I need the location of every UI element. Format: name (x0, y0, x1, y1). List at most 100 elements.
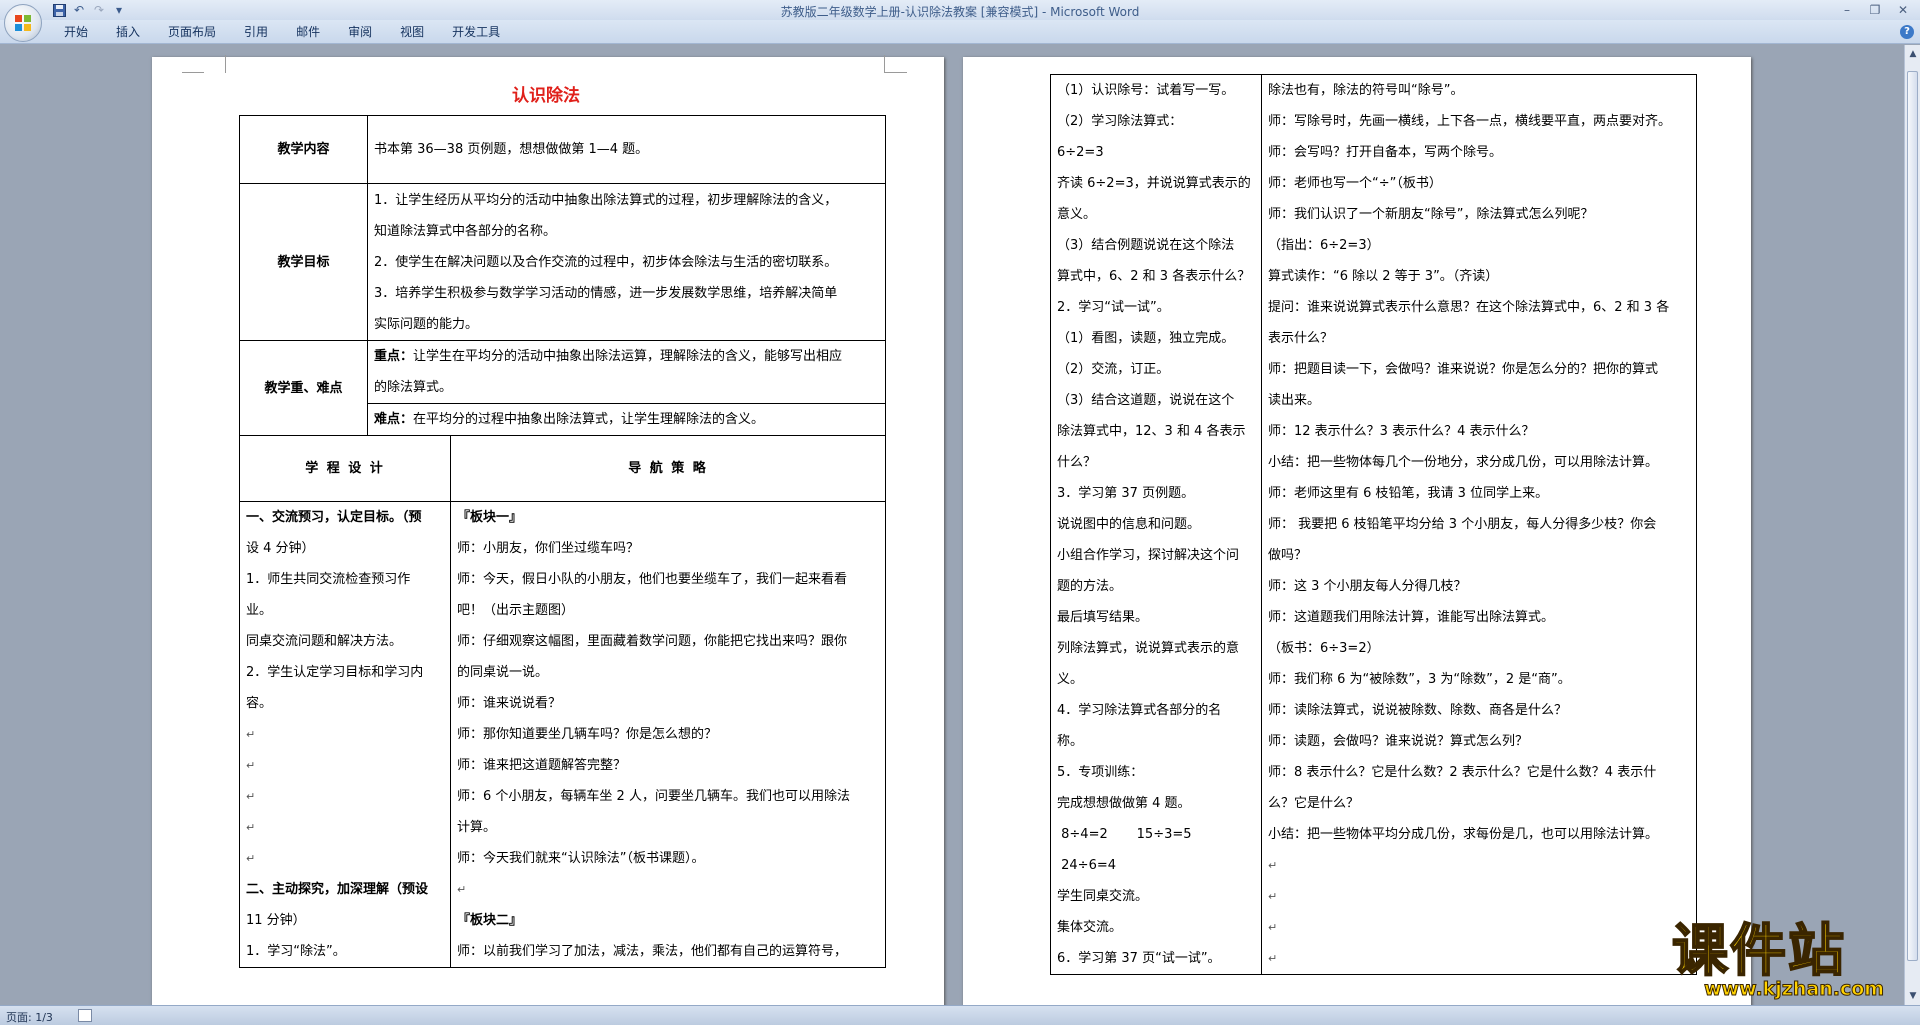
key-point-line: 重点：让学生在平均分的活动中抽象出除法运算，理解除法的含义，能够写出相应 (374, 341, 879, 372)
right-line: 师：会写吗？打开自备本，写两个除号。 (1268, 145, 1503, 160)
goal-line: 3．培养学生积极参与数学学习活动的情感，进一步发展数学思维，培养解决简单 (374, 285, 838, 301)
key-point-line: 的除法算式。 (374, 380, 453, 395)
right-line: 读出来。 (1268, 393, 1321, 408)
document-workspace[interactable]: 认识除法 教学内容 书本第 36—38 页例题，想想做做第 1—4 题。 教学目… (0, 45, 1904, 1005)
key-label-cell: 教学重、难点 (239, 340, 368, 436)
left-line: （2）学习除法算式： (1057, 114, 1183, 129)
right-line: 师：那你知道要坐几辆车吗？你是怎么想的？ (457, 727, 718, 742)
minimize-icon[interactable]: – (1834, 1, 1860, 18)
window-controls: – ❐ ✕ (1834, 1, 1916, 18)
left-line: 2．学习“试一试”。 (1057, 300, 1170, 315)
col-right-header: 导 航 策 略 (628, 461, 708, 476)
right-line: 的同桌说一说。 (457, 665, 549, 680)
right-line: 师：这道题我们用除法计算，谁能写出除法算式。 (1268, 610, 1555, 625)
left-line: 容。 (246, 696, 273, 711)
status-bar: 页面: 1/3 (0, 1005, 1920, 1025)
right-line: 『板块二』 (457, 913, 523, 928)
right-line: 师：6 个小朋友，每辆车坐 2 人，问要坐几辆车。我们也可以用除法 (457, 789, 850, 804)
crop-mark (885, 72, 907, 73)
right-line: 师：把题目读一下，会做吗？谁来说说？你是怎么分的？把你的算式 (1268, 362, 1659, 377)
right-line: 计算。 (457, 820, 497, 835)
right-column-cell: 除法也有，除法的符号叫“除号”。 师：写除号时，先画一横线，上下各一点，横线要平… (1261, 74, 1697, 975)
ribbon-tab-bar: 开始 插入 页面布局 引用 邮件 审阅 视图 开发工具 ? (0, 20, 1920, 44)
left-line: 称。 (1057, 734, 1084, 749)
page-indicator[interactable]: 页面: 1/3 (6, 1009, 53, 1025)
right-line: 师：今天我们就来“认识除法”（板书课题）。 (457, 851, 705, 866)
crop-mark (204, 55, 226, 73)
content-label: 教学内容 (277, 142, 330, 157)
right-line: 师：小朋友，你们坐过缆车吗？ (457, 541, 640, 556)
left-line: ↵ (246, 821, 256, 834)
right-line: 师：老师也写一个“÷”（板书） (1268, 176, 1442, 191)
left-column-cell: 一、交流预习，认定目标。（预 设 4 分钟） 1．师生共同交流检查预习作 业。 … (239, 501, 451, 968)
content-text: 书本第 36—38 页例题，想想做做第 1—4 题。 (374, 142, 649, 157)
lesson-plan-table: 学 程 设 计 导 航 策 略 一、交流预习，认定目标。（预 设 4 分钟） 1… (239, 435, 886, 968)
left-line: 最后填写结果。 (1057, 610, 1149, 625)
tab-mailings[interactable]: 邮件 (282, 24, 334, 40)
right-line: 师：写除号时，先画一横线，上下各一点，横线要平直，两点要对齐。 (1268, 114, 1672, 129)
restore-icon[interactable]: ❐ (1862, 1, 1888, 18)
vertical-scrollbar[interactable]: ▲ ▼ (1904, 45, 1920, 1005)
left-line: 8÷4=2 15÷3=5 (1057, 827, 1192, 842)
right-column-cell: 『板块一』 师：小朋友，你们坐过缆车吗？ 师：今天，假日小队的小朋友，他们也要坐… (450, 501, 886, 968)
left-line: 24÷6=4 (1057, 858, 1117, 873)
left-line: 义。 (1057, 672, 1084, 687)
lesson-info-table: 教学内容 书本第 36—38 页例题，想想做做第 1—4 题。 教学目标 1．让… (239, 115, 886, 436)
right-line: 提问：谁来说说算式表示什么意思？在这个除法算式中，6、2 和 3 各 (1268, 300, 1670, 315)
right-line: 师：我们认识了一个新朋友“除号”，除法算式怎么列呢？ (1268, 207, 1594, 222)
tab-page-layout[interactable]: 页面布局 (154, 24, 230, 40)
page-title: 认识除法 (512, 86, 580, 106)
watermark-url: www.kjzhan.com (1703, 978, 1885, 1001)
crop-mark (182, 72, 204, 73)
tab-review[interactable]: 审阅 (334, 24, 386, 40)
key-points-cell: 重点：让学生在平均分的活动中抽象出除法运算，理解除法的含义，能够写出相应 的除法… (367, 340, 886, 436)
left-line: 2．学生认定学习目标和学习内 (246, 665, 424, 680)
content-label-cell: 教学内容 (239, 115, 368, 184)
content-text-cell: 书本第 36—38 页例题，想想做做第 1—4 题。 (367, 115, 886, 184)
scrollbar-thumb[interactable] (1907, 71, 1918, 961)
left-line: ↵ (246, 759, 256, 772)
left-line: 1．师生共同交流检查预习作 (246, 572, 411, 587)
office-button[interactable] (4, 4, 42, 42)
left-line: 算式中，6、2 和 3 各表示什么？ (1057, 269, 1251, 284)
goal-line: 2．使学生在解决问题以及合作交流的过程中，初步体会除法与生活的密切联系。 (374, 254, 838, 270)
left-line: 列除法算式，说说算式表示的意 (1057, 641, 1240, 656)
right-line: （指出：6÷2=3） (1268, 238, 1380, 253)
left-line: 11 分钟） (246, 913, 306, 928)
right-line: 小结：把一些物体平均分成几份，求每份是几，也可以用除法计算。 (1268, 827, 1659, 842)
left-line: （3）结合例题说说在这个除法 (1057, 238, 1235, 253)
left-header-cell: 学 程 设 计 (239, 435, 451, 502)
left-line: 二、主动探究，加深理解（预设 (246, 882, 429, 897)
watermark-brand: 课件站 (1671, 919, 1846, 984)
right-line: ↵ (1268, 859, 1278, 872)
left-line: 意义。 (1057, 207, 1097, 222)
left-line: 业。 (246, 603, 273, 618)
key-label: 教学重、难点 (264, 380, 343, 396)
right-line: 么？它是什么？ (1268, 796, 1360, 811)
left-line: 齐读 6÷2=3，并说说算式表示的 (1057, 176, 1251, 191)
tab-developer[interactable]: 开发工具 (438, 24, 514, 40)
tab-view[interactable]: 视图 (386, 24, 438, 40)
left-line: 什么？ (1057, 455, 1097, 470)
left-line: 学生同桌交流。 (1057, 889, 1149, 904)
tab-insert[interactable]: 插入 (102, 24, 154, 40)
goal-label-cell: 教学目标 (239, 183, 368, 341)
scroll-up-icon[interactable]: ▲ (1906, 47, 1920, 61)
site-watermark: 课件站 www.kjzhan.com (1671, 919, 1912, 1002)
right-line: ↵ (457, 883, 467, 896)
difficulty-label: 难点： (374, 412, 414, 427)
left-line: 同桌交流问题和解决方法。 (246, 634, 403, 649)
tab-references[interactable]: 引用 (230, 24, 282, 40)
close-icon[interactable]: ✕ (1890, 1, 1916, 18)
help-icon[interactable]: ? (1900, 25, 1914, 39)
right-line: 师：读除法算式，说说被除数、除数、商各是什么？ (1268, 703, 1568, 718)
difficulty-text: 在平均分的过程中抽象出除法算式，让学生理解除法的含义。 (413, 412, 765, 427)
right-line: 师：读题，会做吗？谁来说说？算式怎么列？ (1268, 734, 1529, 749)
tab-home[interactable]: 开始 (50, 24, 102, 40)
col-left-header: 学 程 设 计 (305, 461, 385, 476)
key-point-label: 重点： (374, 349, 414, 364)
right-line: 师：仔细观察这幅图，里面藏着数学问题，你能把它找出来吗？跟你 (457, 634, 848, 649)
goal-text-cell: 1．让学生经历从平均分的活动中抽象出除法算式的过程，初步理解除法的含义， 知道除… (367, 183, 886, 341)
proofing-icon[interactable] (78, 1009, 92, 1022)
right-line: 师： 我要把 6 枝铅笔平均分给 3 个小朋友，每人分得多少枝？你会 (1268, 517, 1657, 532)
